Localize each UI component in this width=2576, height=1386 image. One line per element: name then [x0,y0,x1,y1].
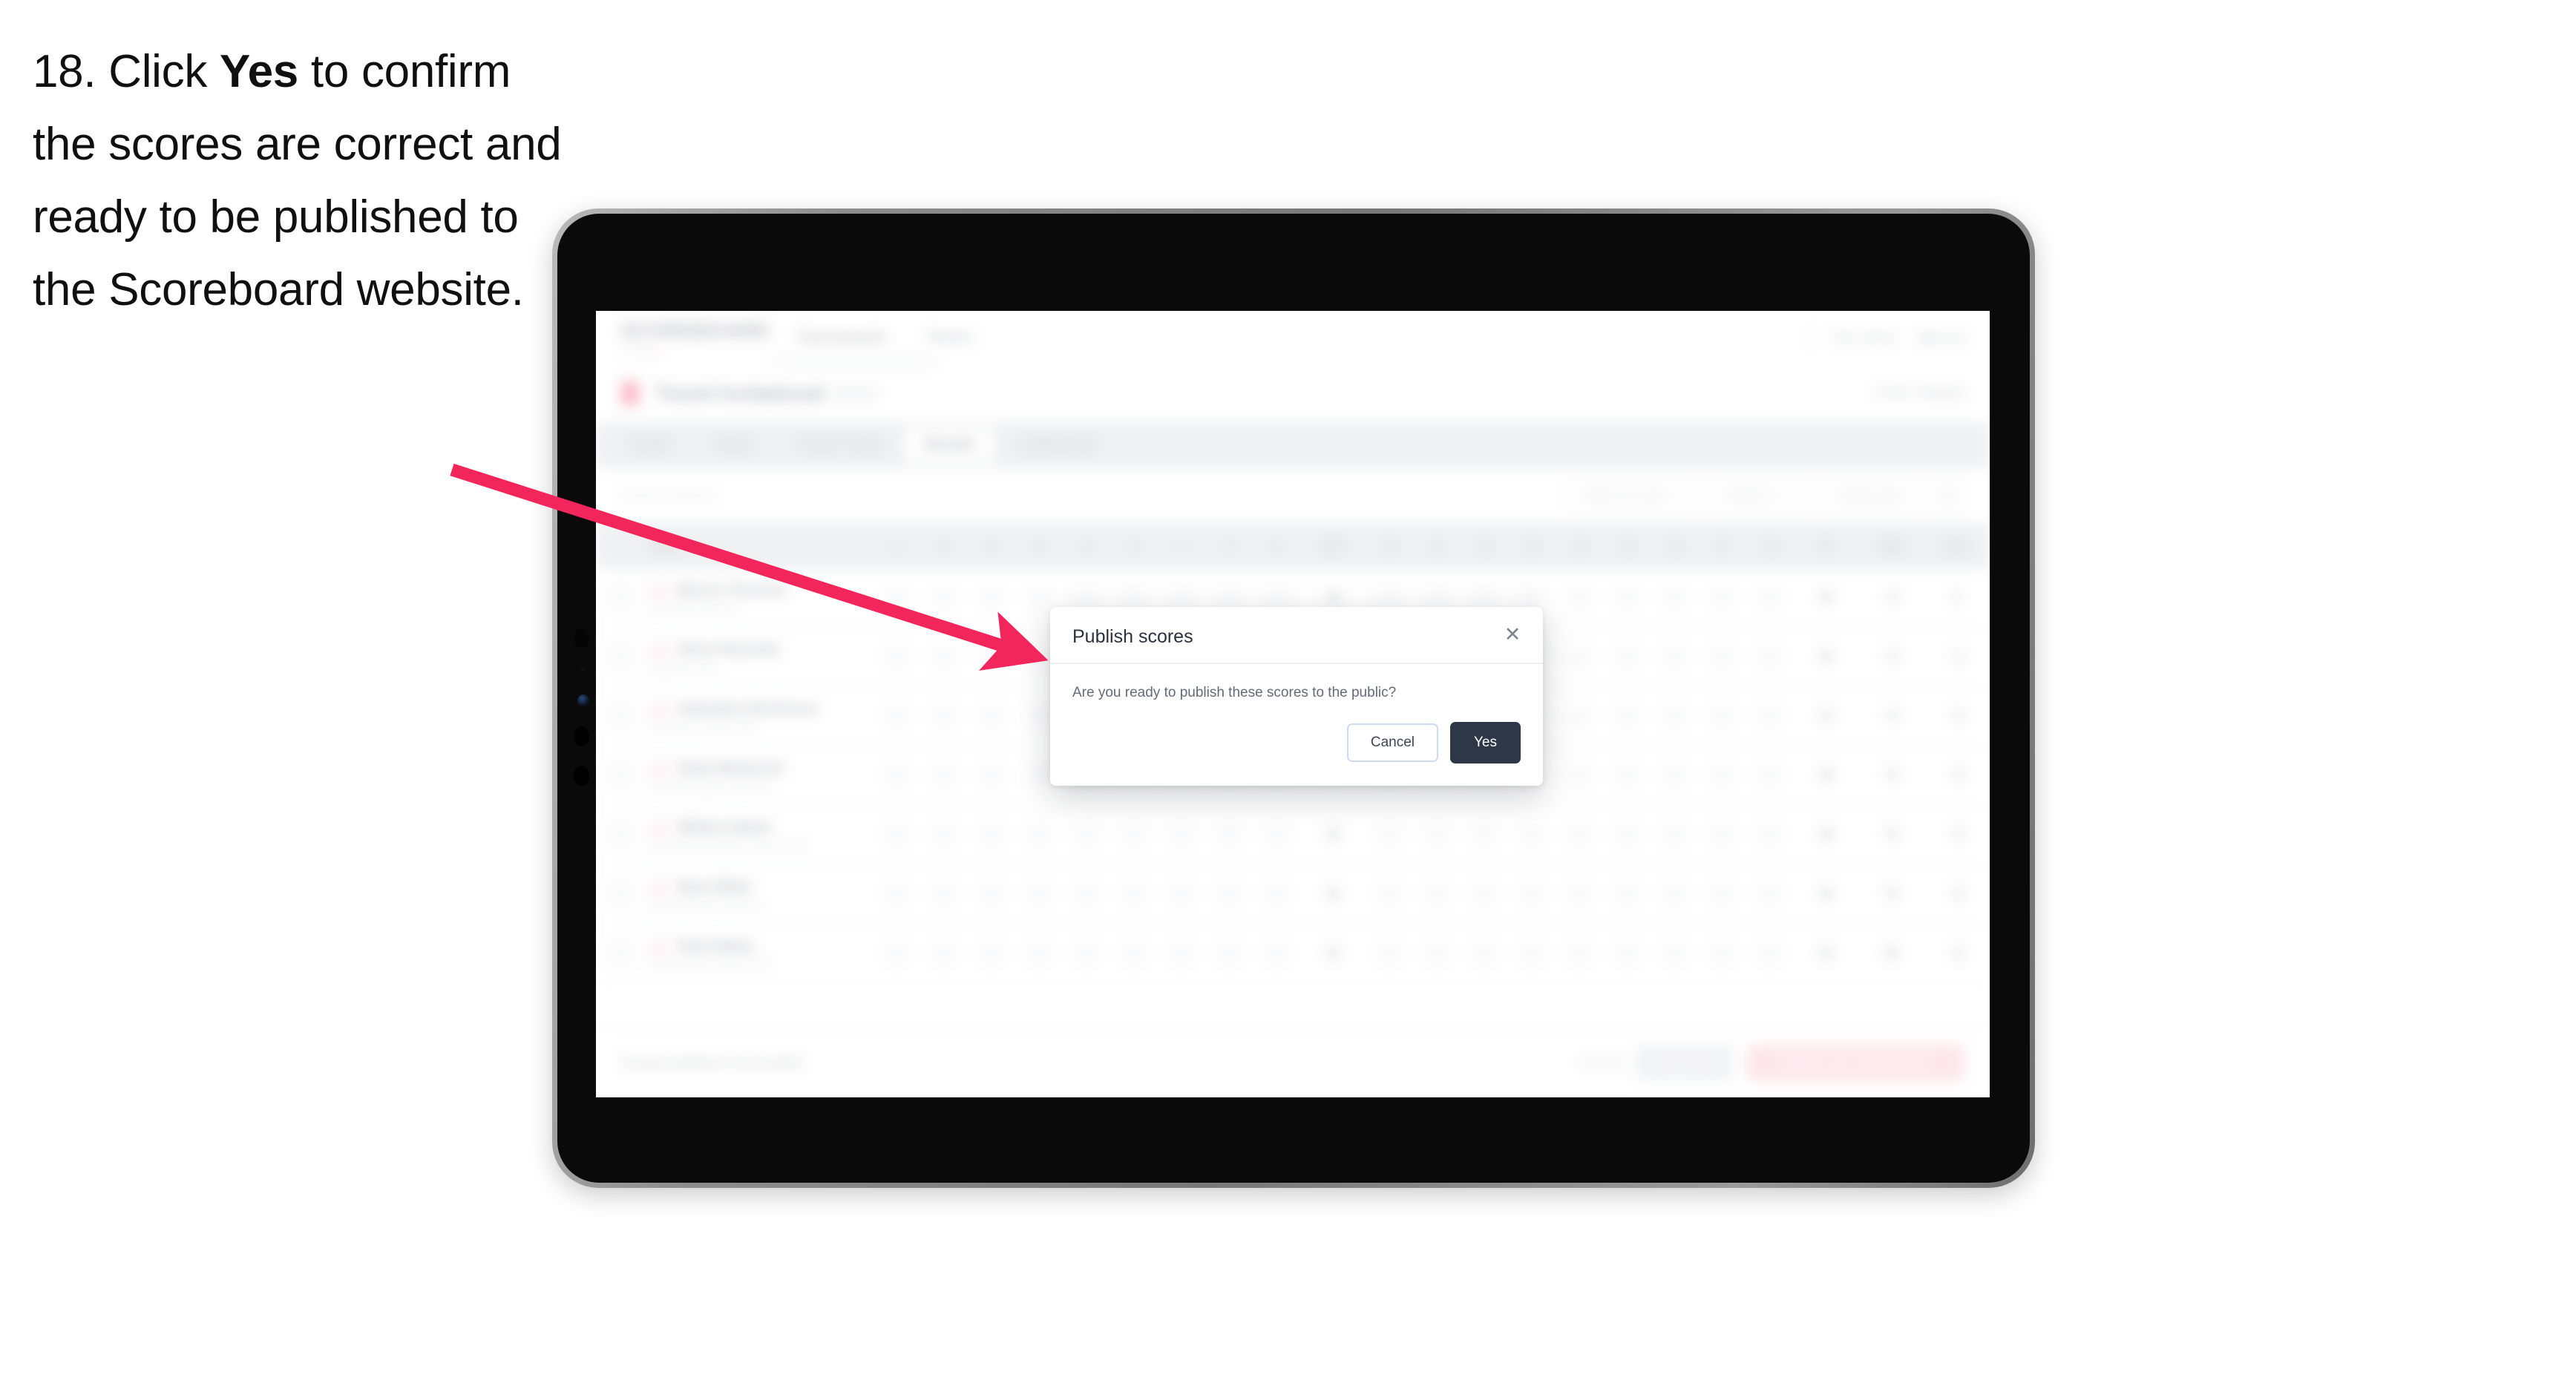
app-screen: SCOREBOARD ADMIN● Tournaments Teams Tom … [596,311,1990,1097]
speaker-icon [574,628,589,648]
instruction-text-before: Click [96,46,220,97]
step-number: 18. [33,46,96,97]
dialog-body: Are you ready to publish these scores to… [1050,664,1543,706]
dialog-title: Publish scores [1072,626,1193,647]
dialog-header: Publish scores ✕ [1050,607,1543,664]
publish-scores-dialog: Publish scores ✕ Are you ready to publis… [1050,607,1543,786]
close-icon[interactable]: ✕ [1501,623,1524,646]
instruction-text: 18. Click Yes to confirm the scores are … [33,36,567,326]
ambient-sensor-icon [580,668,585,672]
instruction-emphasis: Yes [219,46,298,97]
dialog-footer: Cancel Yes [1050,706,1543,786]
front-camera-icon [577,694,589,706]
yes-button[interactable]: Yes [1450,722,1521,763]
microphone-icon [574,726,589,746]
dialog-message: Are you ready to publish these scores to… [1072,685,1397,700]
device-bezel: SCOREBOARD ADMIN● Tournaments Teams Tom … [557,214,2030,1183]
speaker-secondary-icon [574,766,589,786]
cancel-button[interactable]: Cancel [1346,723,1438,762]
tablet-device: SCOREBOARD ADMIN● Tournaments Teams Tom … [552,208,2035,1188]
